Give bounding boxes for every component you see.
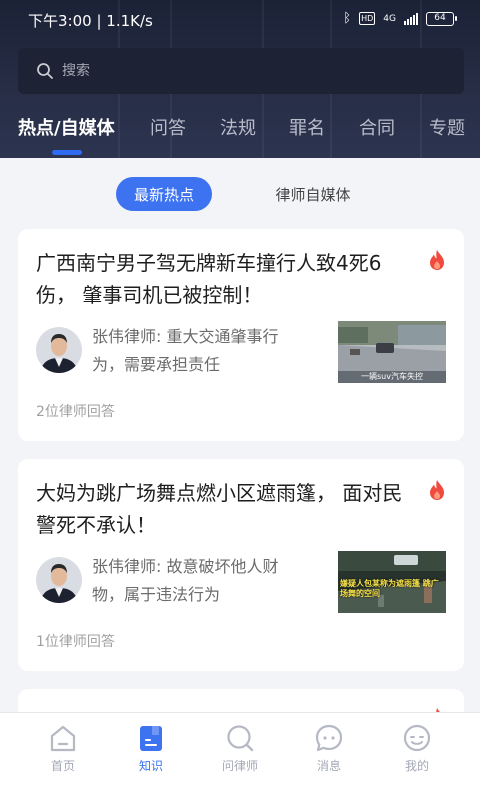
network-type: 4G [383,13,396,24]
tab-contracts[interactable]: 合同 [359,114,395,140]
news-title: 广西南宁男子驾无牌新车撞行人致4死6伤， 肇事司机已被控制！ [36,251,382,307]
bluetooth-icon: ᛒ [343,11,352,26]
segment-lawyer-media[interactable]: 律师自媒体 [258,177,368,211]
thumbnail-caption: 嫌疑人包某称为遮雨篷 跳广场舞的空间 [340,579,439,598]
thumbnail-caption: 一辆suv汽车失控 [361,372,423,381]
nav-profile[interactable]: 我的 [377,723,457,774]
lawyer-answer: 张伟律师: 故意破坏他人财物，属于违法行为 [92,557,279,604]
battery-icon: 64 [426,11,457,26]
tab-hot-media[interactable]: 热点/自媒体 [18,114,115,140]
message-icon [315,724,343,752]
nav-knowledge[interactable]: 知识 [111,723,191,774]
segment-latest-hot[interactable]: 最新热点 [116,177,212,211]
search-icon [37,63,53,79]
nav-home[interactable]: 首页 [23,723,103,774]
ask-lawyer-icon [227,725,254,752]
active-tab-indicator [52,150,82,155]
status-time: 下午3:00 | 1.1K/s [28,12,153,30]
nav-ask-lawyer[interactable]: 问律师 [200,723,280,774]
status-bar: 下午3:00 | 1.1K/s ᛒ HD 4G 64 [0,0,480,38]
lawyer-avatar [36,557,82,603]
nav-home-label: 首页 [50,759,75,773]
nav-messages-label: 消息 [316,759,341,773]
knowledge-icon [140,726,162,751]
answer-count: 1位律师回答 [36,634,115,650]
fire-icon [430,480,444,500]
news-thumbnail[interactable]: 嫌疑人包某称为遮雨篷 跳广场舞的空间 [338,551,446,613]
tab-topics[interactable]: 专题 [429,114,465,140]
news-card[interactable]: 大妈为跳广场舞点燃小区遮雨篷， 面对民警死不承认！ 张伟律师: 故意破坏他人财物… [18,459,464,671]
fire-icon [430,250,444,270]
tab-qa[interactable]: 问答 [150,114,186,140]
tab-charges[interactable]: 罪名 [289,114,325,140]
search-input[interactable] [62,63,422,79]
nav-profile-label: 我的 [404,759,429,773]
header: 下午3:00 | 1.1K/s ᛒ HD 4G 64 热点/自媒体 问答 法规 … [0,0,480,158]
bottom-navigation: 首页 知识 问律师 消息 我的 [0,712,480,800]
home-icon [50,725,76,752]
lawyer-answer: 张伟律师: 重大交通肇事行为，需要承担责任 [92,327,279,374]
signal-icon [404,12,418,25]
profile-icon [403,724,431,752]
hd-badge: HD [359,12,376,25]
news-title: 大妈为跳广场舞点燃小区遮雨篷， 面对民警死不承认！ [36,481,403,537]
content-segment: 最新热点 律师自媒体 [0,170,480,218]
nav-knowledge-label: 知识 [138,759,163,773]
tab-regulations[interactable]: 法规 [220,114,256,140]
news-thumbnail[interactable]: 一辆suv汽车失控 [338,321,446,383]
news-card[interactable]: 广西南宁男子驾无牌新车撞行人致4死6伤， 肇事司机已被控制！ 张伟律师: 重大交… [18,229,464,441]
answer-count: 2位律师回答 [36,404,115,420]
lawyer-avatar [36,327,82,373]
nav-messages[interactable]: 消息 [289,723,369,774]
nav-ask-lawyer-label: 问律师 [221,759,258,773]
search-bar[interactable] [18,48,464,94]
